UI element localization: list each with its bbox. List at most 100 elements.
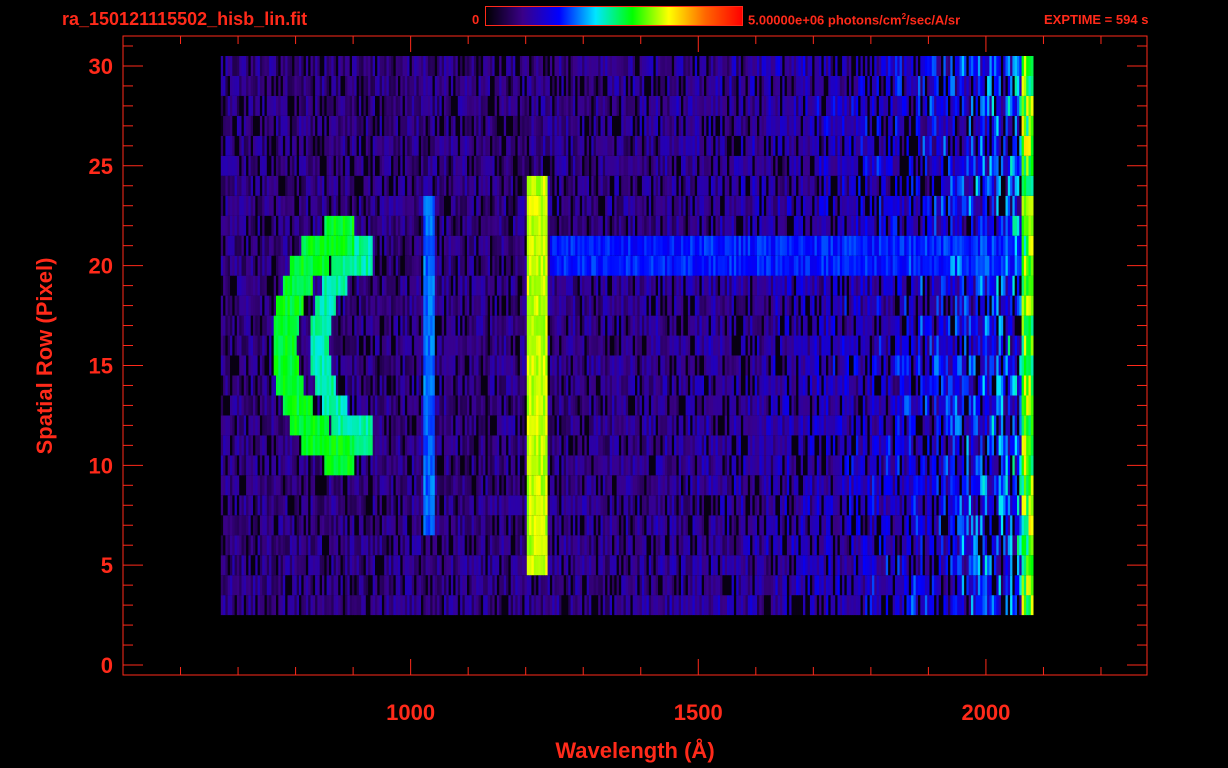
heatmap-cell (662, 555, 666, 576)
heatmap-cell (676, 495, 680, 516)
heatmap-cell (630, 375, 634, 396)
heatmap-cell (945, 575, 949, 596)
heatmap-cell (710, 495, 714, 516)
heatmap-cell (938, 355, 942, 376)
heatmap-cell (370, 415, 374, 436)
heatmap-cell (628, 575, 631, 596)
heatmap-cell (570, 495, 574, 516)
heatmap-cell (352, 435, 355, 456)
heatmap-cell (950, 415, 953, 436)
heatmap-cell (683, 515, 686, 536)
heatmap-cell (278, 415, 281, 436)
heatmap-cell (545, 535, 548, 556)
heatmap-cell (223, 595, 226, 616)
heatmap-cell (234, 415, 238, 436)
heatmap-cell (416, 455, 420, 476)
heatmap-cell (922, 555, 926, 576)
heatmap-cell (938, 595, 942, 616)
heatmap-cell (738, 415, 742, 436)
heatmap-cell (630, 355, 634, 376)
heatmap-cell (816, 495, 820, 516)
heatmap-cell (1012, 375, 1016, 396)
heatmap-cell (658, 515, 661, 536)
heatmap-cell (876, 375, 880, 396)
heatmap-cell (363, 355, 367, 376)
heatmap-cell (798, 395, 802, 416)
heatmap-cell (305, 435, 309, 456)
heatmap-cell (936, 535, 940, 556)
heatmap-cell (918, 435, 921, 456)
heatmap-cell (842, 515, 845, 536)
heatmap-cell (655, 575, 659, 596)
heatmap-cell (289, 335, 293, 356)
heatmap-cell (766, 415, 769, 436)
heatmap-cell (803, 375, 806, 396)
heatmap-cell (266, 475, 270, 496)
heatmap-cell (340, 335, 344, 356)
heatmap-cell (901, 435, 905, 456)
heatmap-cell (299, 595, 302, 616)
heatmap-cell (423, 515, 426, 536)
heatmap-cell (492, 495, 495, 516)
heatmap-cell (519, 535, 523, 556)
heatmap-cell (892, 495, 896, 516)
heatmap-cell (994, 475, 997, 496)
heatmap-cell (989, 475, 993, 496)
heatmap-cell (632, 495, 636, 516)
heatmap-cell (566, 495, 569, 516)
heatmap-cell (936, 595, 940, 616)
heatmap-cell (572, 435, 576, 456)
heatmap-cell (549, 375, 553, 396)
heatmap-cell (437, 535, 440, 556)
heatmap-cell (584, 355, 588, 376)
heatmap-cell (757, 475, 760, 496)
heatmap-cell (971, 555, 974, 576)
heatmap-cell (317, 415, 321, 436)
heatmap-cell (434, 555, 438, 576)
heatmap-cell (292, 595, 295, 616)
heatmap-cell (375, 495, 378, 516)
heatmap-cell (851, 495, 854, 516)
heatmap-cell (968, 595, 972, 616)
heatmap-cell (499, 395, 502, 416)
heatmap-cell (345, 435, 348, 456)
heatmap-cell (784, 375, 788, 396)
heatmap-cell (950, 335, 953, 356)
heatmap-cell (388, 375, 392, 396)
heatmap-cell (959, 555, 963, 576)
heatmap-cell (911, 575, 914, 596)
heatmap-cell (855, 435, 859, 456)
heatmap-cell (377, 455, 380, 476)
heatmap-cell (662, 375, 666, 396)
heatmap-cell (607, 335, 611, 356)
heatmap-cell (667, 495, 670, 516)
heatmap-cell (982, 595, 986, 616)
heatmap-cell (494, 435, 498, 456)
heatmap-cell (450, 395, 454, 416)
heatmap-cell (329, 355, 332, 376)
heatmap-cell (635, 435, 638, 456)
heatmap-cell (540, 355, 544, 376)
heatmap-cell (727, 515, 730, 536)
heatmap-cell (862, 515, 866, 536)
heatmap-cell (340, 395, 344, 416)
heatmap-cell (220, 435, 224, 456)
heatmap-cell (384, 355, 387, 376)
heatmap-cell (1007, 515, 1011, 536)
heatmap-cell (319, 595, 323, 616)
heatmap-cell (938, 555, 942, 576)
heatmap-cell (1012, 495, 1016, 516)
heatmap-cell (1021, 515, 1025, 536)
heatmap-cell (444, 395, 447, 416)
heatmap-cell (508, 535, 512, 556)
heatmap-cell (747, 395, 751, 416)
heatmap-cell (536, 355, 539, 376)
heatmap-cell (713, 395, 716, 416)
heatmap-cell (803, 335, 806, 356)
heatmap-cell (506, 475, 509, 496)
heatmap-cell (335, 575, 339, 596)
heatmap-cell (805, 335, 808, 356)
heatmap-cell (724, 495, 728, 516)
heatmap-cell (561, 595, 565, 616)
heatmap-cell (255, 495, 258, 516)
